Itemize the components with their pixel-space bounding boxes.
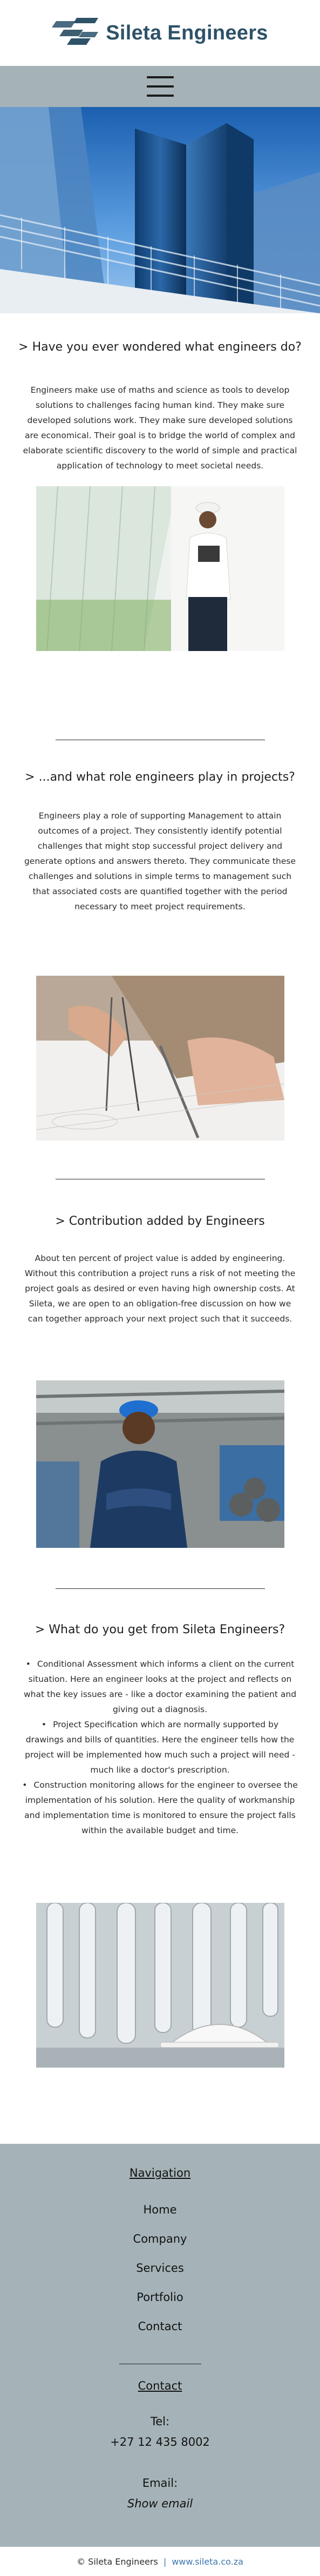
footer-nav: Home Company Services Portfolio Contact	[0, 2203, 320, 2349]
hero-image	[0, 107, 320, 313]
copyright-bar: © Sileta Engineers | www.sileta.co.za	[0, 2547, 320, 2576]
image-wrap	[0, 1380, 320, 1548]
logo-text: Sileta Engineers	[106, 21, 268, 44]
image-wrap	[0, 1903, 320, 2068]
email-label: Email:	[142, 2477, 178, 2490]
image-wrap	[0, 976, 320, 1141]
list-item: Conditional Assessment which informs a c…	[22, 1656, 298, 1717]
tel-label: Tel:	[150, 2415, 170, 2428]
list-item: Construction monitoring allows for the e…	[22, 1777, 298, 1838]
section-what-engineers-do: > Have you ever wondered what engineers …	[0, 340, 320, 354]
hamburger-menu-icon[interactable]	[146, 76, 174, 97]
pipes-hardhat-photo	[36, 1903, 284, 2068]
section-title: > What do you get from Sileta Engineers?	[35, 1623, 285, 1636]
copyright-text: © Sileta Engineers	[77, 2556, 158, 2567]
show-email-link[interactable]: Show email	[0, 2497, 320, 2510]
footer-link-company[interactable]: Company	[0, 2232, 320, 2262]
drawing-hands-photo	[36, 976, 284, 1141]
section-body: Engineers play a role of supporting Mana…	[24, 811, 296, 911]
section-body: Engineers make use of maths and science …	[23, 385, 297, 471]
section-body-wrap: Engineers play a role of supporting Mana…	[0, 808, 320, 914]
footer-link-portfolio[interactable]: Portfolio	[0, 2291, 320, 2320]
logo[interactable]: Sileta Engineers	[52, 16, 268, 50]
section-contribution: > Contribution added by Engineers	[0, 1215, 320, 1228]
footer-nav-heading-wrap: Navigation	[0, 2166, 320, 2179]
website-link[interactable]: www.sileta.co.za	[172, 2557, 243, 2567]
site-header: Sileta Engineers	[0, 0, 320, 66]
footer-contact-heading: Contact	[138, 2379, 182, 2392]
logo-mark-icon	[52, 16, 99, 50]
engineer-glass-photo	[36, 486, 284, 651]
section-divider	[55, 1588, 265, 1589]
footer-tel-value-wrap: +27 12 435 8002	[0, 2436, 320, 2448]
section-title: > ...and what role engineers play in pro…	[25, 770, 295, 784]
footer-nav-heading: Navigation	[129, 2166, 191, 2179]
footer-tel-label-wrap: Tel:	[0, 2415, 320, 2428]
section-title: > Have you ever wondered what engineers …	[18, 340, 302, 354]
section-body-wrap: About ten percent of project value is ad…	[0, 1251, 320, 1326]
tel-link[interactable]: +27 12 435 8002	[0, 2436, 320, 2448]
section-title: > Contribution added by Engineers	[55, 1215, 265, 1228]
section-body-wrap: Engineers make use of maths and science …	[0, 383, 320, 473]
section-what-you-get: > What do you get from Sileta Engineers?	[0, 1623, 320, 1636]
services-list: Conditional Assessment which informs a c…	[0, 1656, 320, 1838]
footer-contact-heading-wrap: Contact	[0, 2379, 320, 2392]
image-wrap	[0, 486, 320, 651]
section-divider-wrap	[0, 1588, 320, 1589]
footer-email-value-wrap: Show email	[0, 2497, 320, 2510]
site-footer: Navigation Home Company Services Portfol…	[0, 2144, 320, 2576]
nav-bar	[0, 66, 320, 107]
list-item: Project Specification which are normally…	[22, 1717, 298, 1777]
services-list-wrap: Conditional Assessment which informs a c…	[0, 1656, 320, 1838]
footer-link-services[interactable]: Services	[0, 2262, 320, 2291]
section-role-in-projects: > ...and what role engineers play in pro…	[0, 770, 320, 784]
footer-link-contact[interactable]: Contact	[0, 2320, 320, 2349]
footer-link-home[interactable]: Home	[0, 2203, 320, 2232]
footer-email-label-wrap: Email:	[0, 2477, 320, 2490]
separator: |	[163, 2556, 167, 2567]
engineer-factory-photo	[36, 1380, 284, 1548]
section-body: About ten percent of project value is ad…	[24, 1253, 296, 1324]
